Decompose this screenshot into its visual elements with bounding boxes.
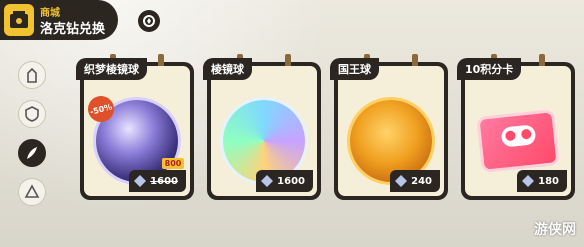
shop-logo-icon — [4, 4, 34, 36]
card-title-tab: 10积分卡 — [457, 58, 522, 80]
shop-card-3[interactable]: 240 国王球 — [330, 54, 448, 200]
shop-card-4[interactable]: 180 10积分卡 — [457, 54, 575, 200]
header-subtitle: 商城 — [40, 8, 60, 19]
price: 1600 — [277, 175, 305, 187]
sidebar-item-triangle[interactable] — [18, 178, 46, 206]
card-title: 棱镜球 — [211, 63, 244, 76]
card-title: 织梦棱镜球 — [84, 63, 139, 76]
sidebar-item-feather[interactable] — [18, 139, 46, 167]
currency-icon[interactable] — [138, 10, 160, 32]
sidebar-item-shield[interactable] — [18, 100, 46, 128]
tower-icon — [27, 67, 37, 83]
shield-icon — [25, 106, 39, 122]
points-card-image — [479, 112, 557, 171]
sale-price: 800 — [162, 158, 184, 169]
diamond-icon — [261, 175, 274, 187]
sidebar-item-tower[interactable] — [18, 61, 46, 89]
card-title: 国王球 — [338, 63, 371, 76]
card-body: 180 — [465, 66, 571, 196]
price: 240 — [411, 175, 432, 187]
card-title-tab: 棱镜球 — [203, 58, 252, 80]
triangle-star-icon — [24, 184, 40, 198]
diamond-icon — [395, 175, 408, 187]
card-title-tab: 国王球 — [330, 58, 379, 80]
shop-card-2[interactable]: 1600 棱镜球 — [203, 54, 321, 200]
shop-header: 商城 洛克钻兑换 — [0, 0, 118, 40]
card-body: -50% 800 1600 — [84, 66, 190, 196]
price-tag: 180 — [517, 170, 567, 192]
card-title: 10积分卡 — [465, 63, 514, 76]
price: 180 — [538, 175, 559, 187]
shop-card-1[interactable]: -50% 800 1600 织梦棱镜球 — [76, 54, 194, 200]
card-body: 1600 — [211, 66, 317, 196]
page-title: 洛克钻兑换 — [40, 22, 106, 37]
original-price: 1600 — [150, 175, 178, 187]
diamond-icon — [522, 175, 535, 187]
sidebar — [0, 55, 54, 247]
watermark: 游侠网 — [534, 222, 576, 238]
diamond-icon — [134, 175, 147, 187]
card-title-tab: 织梦棱镜球 — [76, 58, 147, 80]
card-body: 240 — [338, 66, 444, 196]
price-tag: 1600 — [129, 170, 186, 192]
price-tag: 240 — [390, 170, 440, 192]
feather-icon — [27, 147, 37, 159]
price-tag: 1600 — [256, 170, 313, 192]
